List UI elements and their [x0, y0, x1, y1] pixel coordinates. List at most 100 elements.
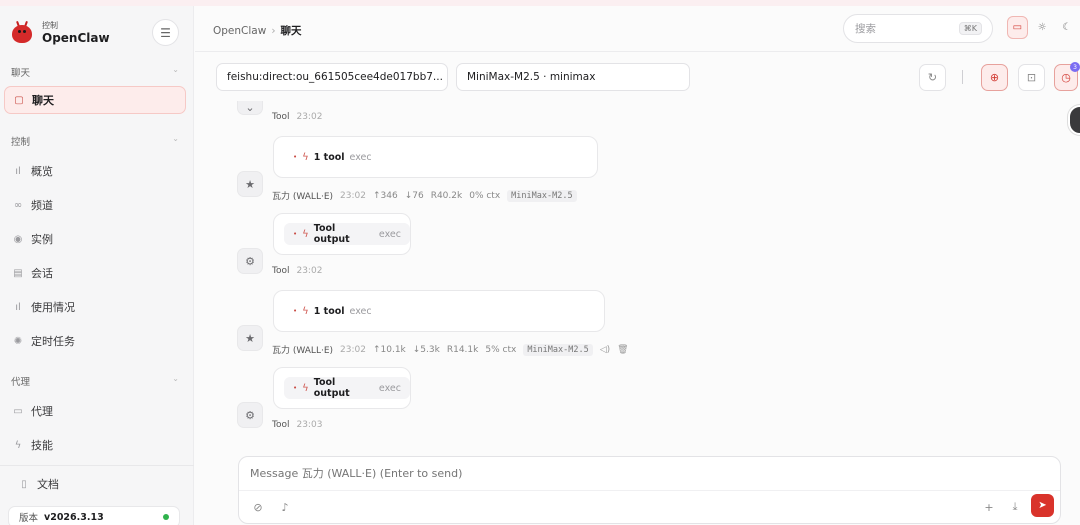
dot-icon: •: [293, 230, 298, 238]
radio-signal-icon: ◉: [13, 233, 23, 245]
trash-icon[interactable]: 🗑: [617, 345, 628, 355]
sidebar-divider: [0, 465, 194, 466]
session-select[interactable]: feishu:direct:ou_661505cee4de017bb7...: [216, 63, 448, 91]
model-tag: MiniMax-M2.5: [507, 189, 577, 202]
attach-icon[interactable]: ⊘: [248, 497, 268, 517]
folder-icon: ▭: [13, 405, 23, 417]
refresh-button[interactable]: ↻: [919, 64, 946, 91]
sidebar-item-chat[interactable]: ▢ 聊天: [4, 86, 186, 114]
version-badge: 版本 v2026.3.13: [8, 506, 180, 525]
microphone-icon[interactable]: ♪: [275, 497, 295, 517]
floating-assistant-button[interactable]: [1068, 105, 1080, 135]
lightning-icon: ϟ: [14, 439, 22, 451]
tool-avatar: ⌄: [237, 101, 263, 115]
star-icon: ★: [245, 331, 255, 345]
brand-name: OpenClaw: [42, 30, 110, 45]
dot-icon: •: [293, 153, 298, 161]
sidebar-item-docs[interactable]: ▯ 文档: [10, 470, 192, 498]
chat-bubble-icon: ▢: [14, 94, 24, 106]
link-icon: ∞: [13, 199, 23, 211]
sidebar-group-control[interactable]: 控制 ⌄: [11, 134, 179, 148]
breadcrumb-current: 聊天: [280, 25, 302, 37]
hamburger-icon: ☰: [160, 25, 171, 40]
moon-icon[interactable]: ☾: [1056, 16, 1077, 39]
gear-icon: ⚙: [245, 254, 255, 268]
history-button[interactable]: ◷ 3: [1054, 62, 1080, 91]
lobster-logo-icon: [10, 20, 34, 45]
lightning-icon: ϟ: [302, 151, 309, 163]
message-meta: Tool 23:02: [272, 112, 323, 122]
tool-output-toggle[interactable]: • ϟ Tool output exec: [284, 223, 410, 245]
monitor-icon[interactable]: ▭: [1007, 16, 1028, 39]
tool-avatar: ⚙: [237, 402, 263, 428]
gear-icon: ⚙: [245, 408, 255, 422]
message-meta: 瓦力 (WALL·E) 23:02 ↑346 ↓76 R40.2k 0% ctx…: [272, 189, 577, 202]
sidebar-item-instances[interactable]: ◉ 实例: [4, 225, 186, 253]
refresh-icon: ↻: [927, 71, 938, 84]
model-tag: MiniMax-M2.5: [523, 343, 593, 356]
sidebar-item-channels[interactable]: ∞ 频道: [4, 191, 186, 219]
message-input[interactable]: [250, 467, 1030, 480]
sun-icon[interactable]: ☼: [1032, 16, 1053, 39]
dot-icon: •: [293, 307, 298, 315]
brain-icon: ⊕: [989, 71, 1000, 84]
tool-call-card: • ϟ 1 tool exec: [273, 290, 605, 332]
menu-toggle-button[interactable]: ☰: [152, 19, 179, 46]
assistant-avatar: ★: [237, 325, 263, 351]
sidebar-item-usage[interactable]: ıl 使用情况: [4, 293, 186, 321]
message-meta: Tool 23:03: [272, 420, 323, 430]
tool-call-toggle[interactable]: • ϟ 1 tool exec: [284, 146, 381, 168]
speaker-icon[interactable]: ◁): [600, 345, 610, 355]
tool-icon: ⌄: [245, 101, 255, 114]
tool-output-card: • ϟ Tool output exec: [273, 213, 411, 255]
sidebar-group-chat[interactable]: 聊天 ⌄: [11, 65, 179, 79]
status-dot: [163, 514, 169, 520]
composer-divider: [239, 490, 1060, 491]
brand-subtitle: 控制: [42, 20, 58, 30]
model-select[interactable]: MiniMax-M2.5 · minimax: [456, 63, 690, 91]
tool-call-toggle[interactable]: • ϟ 1 tool exec: [284, 300, 381, 322]
dot-icon: •: [293, 384, 298, 392]
sidebar: 控制 OpenClaw ☰ 聊天 ⌄ ▢ 聊天 控制 ⌄ ıl 概览 ∞ 频道 ◉ 实例 ▤…: [0, 6, 194, 525]
loader-icon: ✺: [13, 335, 23, 347]
chevron-down-icon: ⌄: [172, 134, 179, 143]
sidebar-item-agents[interactable]: ▭ 代理: [4, 397, 186, 425]
tool-output-card: • ϟ Tool output exec: [273, 367, 411, 409]
shortcut-hint: ⌘K: [958, 22, 982, 35]
search-input[interactable]: 搜索 ⌘K: [843, 14, 993, 43]
lightning-icon: ϟ: [302, 228, 309, 240]
message-meta: 瓦力 (WALL·E) 23:02 ↑10.1k ↓5.3k R14.1k 5%…: [272, 343, 629, 356]
chevron-down-icon: ⌄: [172, 65, 179, 74]
top-header: OpenClaw › 聊天 搜索 ⌘K ▭ ☼ ☾: [195, 6, 1080, 52]
book-icon: ▯: [21, 478, 27, 490]
sidebar-group-agent[interactable]: 代理 ⌄: [11, 374, 179, 388]
breadcrumb-root[interactable]: OpenClaw: [213, 25, 266, 37]
lightning-icon: ϟ: [302, 382, 309, 394]
sidebar-item-skills[interactable]: ϟ 技能: [4, 431, 186, 459]
document-icon: ▤: [13, 267, 23, 279]
lightning-icon: ϟ: [302, 305, 309, 317]
bar-chart-icon: ıl: [15, 165, 21, 177]
tool-call-card: • ϟ 1 tool exec: [273, 136, 598, 178]
download-icon[interactable]: ⤓: [1005, 497, 1025, 517]
chevron-right-icon: ›: [271, 25, 276, 37]
brain-toggle-button[interactable]: ⊕: [981, 64, 1008, 91]
tool-avatar: ⚙: [237, 248, 263, 274]
tool-output-toggle[interactable]: • ϟ Tool output exec: [284, 377, 410, 399]
message-composer: ⊘ ♪ + ⤓ ➤: [238, 456, 1061, 524]
bar-chart-icon: ıl: [15, 301, 21, 313]
brand[interactable]: 控制 OpenClaw: [10, 16, 110, 50]
sidebar-item-cron[interactable]: ✺ 定时任务: [4, 327, 186, 355]
focus-icon: ⊡: [1026, 71, 1037, 84]
send-button[interactable]: ➤: [1031, 494, 1054, 517]
focus-button[interactable]: ⊡: [1018, 64, 1045, 91]
theme-switcher: ▭ ☼ ☾: [1007, 16, 1077, 41]
assistant-avatar: ★: [237, 171, 263, 197]
send-icon: ➤: [1038, 500, 1047, 511]
plus-icon[interactable]: +: [979, 497, 999, 517]
sidebar-item-sessions[interactable]: ▤ 会话: [4, 259, 186, 287]
clock-icon: ◷: [1061, 71, 1071, 84]
breadcrumb: OpenClaw › 聊天: [213, 23, 302, 38]
toolbar-divider: [962, 70, 963, 84]
sidebar-item-overview[interactable]: ıl 概览: [4, 157, 186, 185]
